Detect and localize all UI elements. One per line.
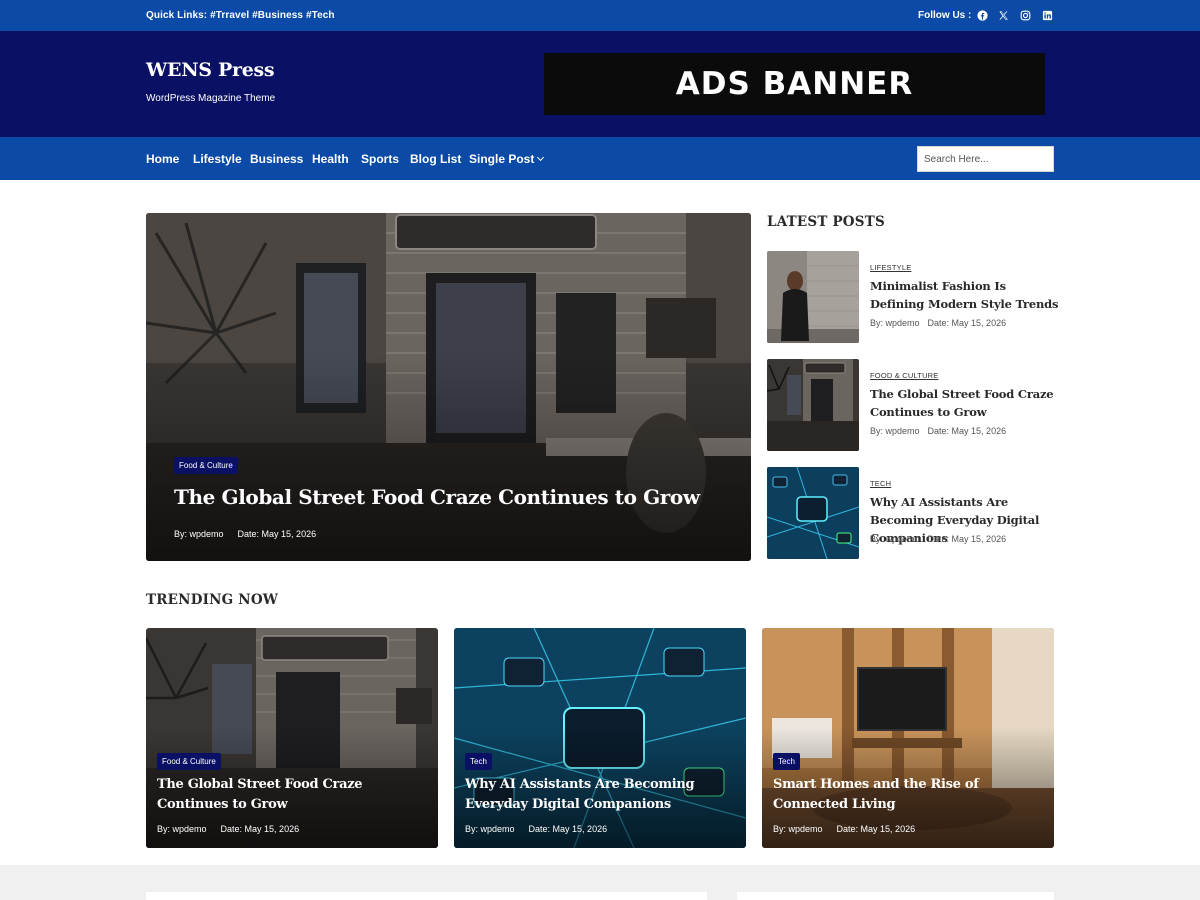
latest-post-item[interactable]: LIFESTYLE Minimalist Fashion Is Defining… [767,251,1058,343]
trending-card-meta: By: wpdemo Date: May 15, 2026 [157,824,313,834]
trending-card[interactable]: Food & Culture The Global Street Food Cr… [146,628,438,848]
top-bar: Quick Links: #Trravel #Business #Tech Fo… [0,0,1200,31]
trending-card-author[interactable]: By: wpdemo [157,824,207,834]
fashion-photo [767,251,859,343]
latest-post-title[interactable]: Minimalist Fashion Is Defining Modern St… [870,277,1060,313]
latest-post-thumbnail[interactable] [767,467,859,559]
sidebar-panel [737,892,1054,900]
latest-post-category[interactable]: LIFESTYLE [870,263,911,272]
trending-card-author[interactable]: By: wpdemo [465,824,515,834]
trending-card-category[interactable]: Tech [465,753,492,770]
trending-card-author[interactable]: By: wpdemo [773,824,823,834]
hero-author[interactable]: By: wpdemo [174,529,224,539]
latest-post-author[interactable]: By: wpdemo [870,534,920,544]
quick-links-label: Quick Links: [146,10,211,21]
main-nav: Home Lifestyle Business Health Sports Bl… [0,137,1200,180]
site-tagline: WordPress Magazine Theme [146,93,276,104]
trending-card-date: Date: May 15, 2026 [836,824,916,834]
latest-post-date: Date: May 15, 2026 [927,534,1007,544]
hero-title[interactable]: The Global Street Food Craze Continues t… [174,485,700,509]
card-gradient-overlay [454,628,746,848]
nav-item-business[interactable]: Business [250,152,303,166]
nav-item-sports[interactable]: Sports [361,152,399,166]
latest-posts-heading: LATEST POSTS [767,214,885,230]
trending-card-title[interactable]: The Global Street Food Craze Continues t… [157,775,429,815]
latest-post-thumbnail[interactable] [767,251,859,343]
nav-item-home[interactable]: Home [146,152,179,166]
quick-link-travel[interactable]: #Trravel [210,10,252,21]
hero-meta: By: wpdemo Date: May 15, 2026 [174,529,330,539]
latest-post-meta: By: wpdemo Date: May 15, 2026 [870,426,1014,436]
trending-card-title[interactable]: Smart Homes and the Rise of Connected Li… [773,775,1045,815]
trending-card[interactable]: Tech Smart Homes and the Rise of Connect… [762,628,1054,848]
trending-now-heading: TRENDING NOW [146,592,279,608]
linkedin-icon[interactable] [1042,10,1053,21]
quick-link-tech[interactable]: #Tech [306,10,335,21]
nav-item-health[interactable]: Health [312,152,349,166]
latest-post-meta: By: wpdemo Date: May 15, 2026 [870,534,1014,544]
x-icon[interactable] [998,10,1009,21]
follow-us-label: Follow Us : [918,10,972,21]
trending-card-title[interactable]: Why AI Assistants Are Becoming Everyday … [465,775,737,815]
trending-card[interactable]: Tech Why AI Assistants Are Becoming Ever… [454,628,746,848]
nav-item-lifestyle[interactable]: Lifestyle [193,152,242,166]
trending-card-category[interactable]: Food & Culture [157,753,221,770]
storefront-photo [767,359,859,451]
lower-section [0,865,1200,900]
latest-post-date: Date: May 15, 2026 [927,426,1007,436]
card-gradient-overlay [146,628,438,848]
latest-post-item[interactable]: FOOD & CULTURE The Global Street Food Cr… [767,359,1054,451]
nav-item-single-post-label: Single Post [469,152,535,166]
hero-date: Date: May 15, 2026 [237,529,317,539]
content-panel [146,892,707,900]
trending-card-category[interactable]: Tech [773,753,800,770]
trending-card-date: Date: May 15, 2026 [220,824,300,834]
latest-post-title[interactable]: The Global Street Food Craze Continues t… [870,385,1060,421]
latest-post-date: Date: May 15, 2026 [927,318,1007,328]
latest-post-meta: By: wpdemo Date: May 15, 2026 [870,318,1014,328]
hero-category-badge[interactable]: Food & Culture [174,457,238,474]
trending-card-meta: By: wpdemo Date: May 15, 2026 [465,824,621,834]
facebook-icon[interactable] [977,10,988,21]
latest-post-category[interactable]: TECH [870,479,891,488]
quick-links: Quick Links: #Trravel #Business #Tech [146,10,335,21]
chevron-down-icon [537,153,545,162]
latest-post-category[interactable]: FOOD & CULTURE [870,371,939,380]
site-title[interactable]: WENS Press [146,59,275,81]
ads-banner-text: ADS BANNER [675,66,914,102]
trending-card-meta: By: wpdemo Date: May 15, 2026 [773,824,929,834]
search-input[interactable] [917,146,1054,172]
trending-card-date: Date: May 15, 2026 [528,824,608,834]
ads-banner[interactable]: ADS BANNER [544,53,1045,115]
latest-post-author[interactable]: By: wpdemo [870,318,920,328]
latest-post-item[interactable]: TECH Why AI Assistants Are Becoming Ever… [767,467,1054,559]
latest-post-thumbnail[interactable] [767,359,859,451]
instagram-icon[interactable] [1020,10,1031,21]
ai-chip-photo [767,467,859,559]
quick-link-business[interactable]: #Business [252,10,306,21]
hero-post[interactable]: Food & Culture The Global Street Food Cr… [146,213,751,561]
nav-item-blog-list[interactable]: Blog List [410,152,461,166]
nav-item-single-post[interactable]: Single Post [469,152,545,166]
latest-post-author[interactable]: By: wpdemo [870,426,920,436]
site-header: WENS Press WordPress Magazine Theme ADS … [0,31,1200,137]
card-gradient-overlay [762,628,1054,848]
